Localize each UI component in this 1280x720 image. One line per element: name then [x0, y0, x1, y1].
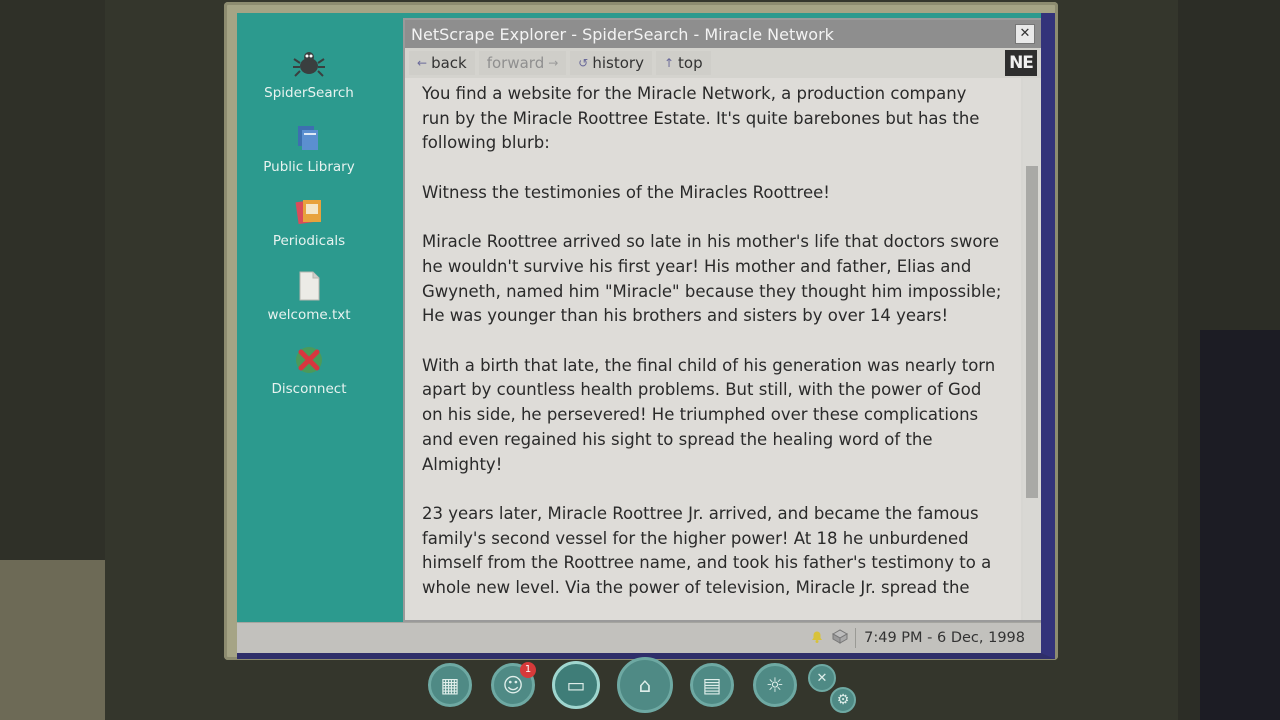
paragraph: You find a website for the Miracle Netwo… — [422, 84, 980, 153]
desktop-icon-public-library[interactable]: Public Library — [249, 121, 369, 175]
dock-meditate-button[interactable]: ☼ — [753, 663, 797, 707]
back-button[interactable]: ← back — [409, 51, 475, 75]
home-icon: ⌂ — [638, 673, 652, 697]
page-content[interactable]: You find a website for the Miracle Netwo… — [405, 78, 1021, 620]
scrollbar-thumb[interactable] — [1026, 166, 1038, 498]
network-icon[interactable] — [831, 628, 849, 648]
paragraph: 23 years later, Miracle Roottree Jr. arr… — [422, 503, 992, 597]
magazine-icon — [292, 195, 326, 229]
arrow-up-icon: ↑ — [663, 56, 675, 70]
arrow-left-icon: ← — [417, 56, 428, 70]
spider-icon — [292, 47, 326, 81]
desktop-icon-label: Public Library — [263, 159, 355, 175]
dock-cabinet-button[interactable]: ▦ — [428, 663, 472, 707]
desktop-screen: SpiderSearch Public Library Periodicals — [237, 13, 1055, 659]
taskbar: 7:49 PM - 6 Dec, 1998 — [237, 622, 1041, 653]
arrow-right-icon: → — [548, 56, 559, 70]
chair-right — [1200, 330, 1280, 720]
close-button[interactable]: ✕ — [1015, 24, 1035, 44]
desktop-icon-periodicals[interactable]: Periodicals — [249, 195, 369, 249]
history-button[interactable]: ↺ history — [570, 51, 652, 75]
browser-logo: NE — [1005, 50, 1037, 76]
desktop-icon-label: Disconnect — [271, 381, 347, 397]
window-titlebar[interactable]: NetScrape Explorer - SpiderSearch - Mira… — [405, 20, 1041, 48]
desktop-icon-label: welcome.txt — [267, 307, 351, 323]
desktop-icon-label: SpiderSearch — [264, 85, 354, 101]
desktop-icon-disconnect[interactable]: Disconnect — [249, 343, 369, 397]
text-file-icon — [292, 269, 326, 303]
clock: 7:49 PM - 6 Dec, 1998 — [855, 628, 1033, 648]
browser-window: NetScrape Explorer - SpiderSearch - Mira… — [403, 18, 1041, 622]
dock-notes-button[interactable]: ▤ — [690, 663, 734, 707]
notes-icon: ▤ — [702, 673, 722, 697]
desktop-icon-welcome-txt[interactable]: welcome.txt — [249, 269, 369, 323]
dock-minimize-button[interactable]: ✕ — [808, 664, 836, 692]
paragraph: Miracle Roottree arrived so late in his … — [422, 232, 1002, 326]
vertical-scrollbar[interactable] — [1023, 78, 1041, 620]
desk-edge-left — [0, 560, 105, 720]
dock-settings-button[interactable]: ⚙ — [830, 687, 856, 713]
forward-label: forward — [486, 54, 545, 72]
history-icon: ↺ — [578, 56, 589, 70]
dock-home-button[interactable]: ⌂ — [617, 657, 673, 713]
meditate-icon: ☼ — [766, 673, 784, 697]
history-label: history — [592, 54, 644, 72]
top-button[interactable]: ↑ top — [655, 51, 711, 75]
desktop-icon-label: Periodicals — [272, 233, 346, 249]
top-label: top — [678, 54, 703, 72]
browser-toolbar: ← back forward → ↺ history ↑ top NE — [405, 48, 1041, 78]
paragraph: Witness the testimonies of the Miracles … — [422, 182, 830, 202]
cabinet-icon: ▦ — [440, 673, 460, 697]
disconnect-icon — [292, 343, 326, 377]
window-title: NetScrape Explorer - SpiderSearch - Mira… — [411, 24, 834, 44]
forward-button[interactable]: forward → — [478, 51, 567, 75]
page-text: You find a website for the Miracle Netwo… — [405, 78, 1021, 601]
dock-computer-button[interactable]: ▭ — [552, 661, 600, 709]
settings-icon: ✕ — [816, 670, 828, 686]
books-icon — [292, 121, 326, 155]
notification-badge: 1 — [520, 662, 536, 678]
gear-icon: ⚙ — [836, 692, 850, 708]
contacts-icon: ☺ — [502, 673, 524, 697]
dock-contacts-button[interactable]: ☺ 1 — [491, 662, 536, 707]
computer-icon: ▭ — [566, 673, 586, 697]
paragraph: With a birth that late, the final child … — [422, 355, 996, 474]
system-tray: 7:49 PM - 6 Dec, 1998 — [809, 625, 1041, 651]
back-label: back — [431, 54, 467, 72]
bell-icon[interactable] — [809, 628, 825, 648]
desktop-icon-spidersearch[interactable]: SpiderSearch — [249, 47, 369, 101]
